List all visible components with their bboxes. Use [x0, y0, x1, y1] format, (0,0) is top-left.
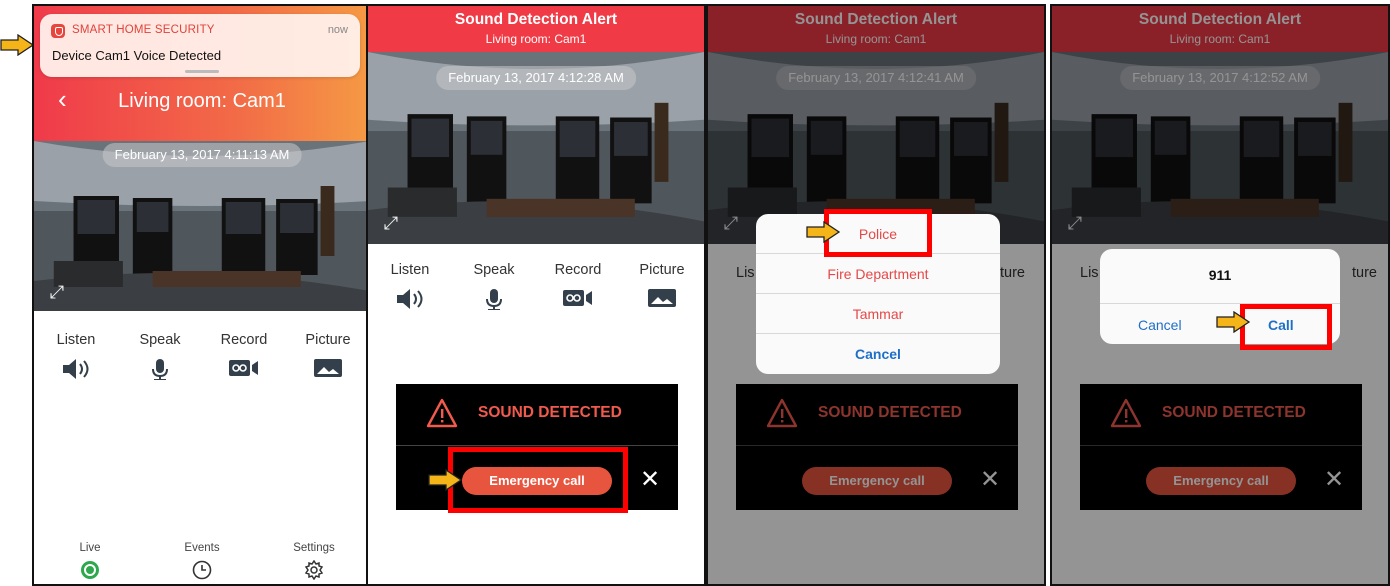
sheet-item-tammar[interactable]: Tammar [756, 294, 1000, 334]
picture-label: Picture [305, 332, 351, 348]
speak-label: Speak [139, 332, 181, 348]
speaker-icon [63, 359, 89, 379]
app-shield-icon [51, 24, 65, 38]
notification-handle [185, 70, 219, 73]
expand-icon[interactable]: ⤢ [46, 281, 68, 303]
emergency-contacts-screen: Sound Detection Alert Living room: Cam1 … [706, 4, 1046, 586]
notification-time: now [327, 24, 348, 36]
record-icon [229, 360, 258, 376]
feed-timestamp: February 13, 2017 4:12:28 AM [436, 66, 636, 90]
push-notification[interactable]: SMART HOME SECURITY now Device Cam1 Voic… [40, 14, 360, 77]
speak-label: Speak [473, 262, 515, 278]
record-button[interactable]: Record [209, 332, 279, 385]
record-button[interactable]: Record [543, 262, 613, 315]
sheet-cancel-button[interactable]: Cancel [756, 334, 1000, 374]
listen-label: Listen [56, 332, 96, 348]
tab-settings-label: Settings [293, 542, 335, 554]
dialog-phone-number: 911 [1208, 267, 1232, 283]
tab-settings[interactable]: Settings [274, 542, 354, 584]
alert-header: Sound Detection Alert Living room: Cam1 [368, 6, 704, 52]
highlight-box [824, 209, 932, 257]
tab-events-label: Events [184, 542, 220, 554]
pointer-arrow-icon [428, 469, 462, 491]
highlight-box [1240, 304, 1332, 350]
alert-subtitle: Living room: Cam1 [485, 32, 587, 46]
listen-button[interactable]: Listen [41, 332, 111, 385]
picture-button[interactable]: Picture [627, 262, 697, 315]
listen-label: Listen [390, 262, 430, 278]
picture-label: Picture [639, 262, 685, 278]
close-icon[interactable]: ✕ [640, 466, 660, 494]
tab-live[interactable]: Live [50, 542, 130, 584]
dialog-cancel-button[interactable]: Cancel [1138, 317, 1182, 333]
picture-icon [314, 359, 342, 377]
live-icon [81, 561, 99, 579]
warning-icon [426, 398, 458, 428]
clock-icon [192, 560, 212, 580]
record-label: Record [554, 262, 602, 278]
expand-icon[interactable]: ⤢ [380, 212, 402, 234]
camera-feed[interactable]: February 13, 2017 4:12:28 AM ⤢ [368, 52, 704, 244]
alert-title: Sound Detection Alert [454, 11, 618, 28]
picture-button[interactable]: Picture [293, 332, 363, 385]
sheet-item-fire-department[interactable]: Fire Department [756, 254, 1000, 294]
camera-feed[interactable]: February 13, 2017 4:11:13 AM ⤢ [34, 141, 370, 311]
notification-app-name: SMART HOME SECURITY [72, 24, 215, 36]
gear-icon [304, 559, 324, 581]
sound-alert-screen: Sound Detection Alert Living room: Cam1 … [366, 4, 706, 586]
speak-button[interactable]: Speak [125, 332, 195, 385]
listen-button[interactable]: Listen [375, 262, 445, 315]
call-confirm-screen: Sound Detection Alert Living room: Cam1 … [1050, 4, 1390, 586]
tab-events[interactable]: Events [162, 542, 242, 584]
pointer-arrow-icon [0, 34, 34, 56]
page-title: Living room: Cam1 [118, 90, 286, 112]
record-label: Record [220, 332, 268, 348]
tab-bar: Live Events Settings [34, 542, 370, 584]
pointer-arrow-icon [806, 221, 840, 243]
picture-icon [648, 289, 676, 307]
notification-message: Device Cam1 Voice Detected [52, 48, 222, 63]
microphone-icon [152, 359, 168, 380]
sound-detected-title: SOUND DETECTED [478, 404, 622, 421]
microphone-icon [486, 289, 502, 310]
speak-button[interactable]: Speak [459, 262, 529, 315]
live-view-screen: SMART HOME SECURITY now Device Cam1 Voic… [32, 4, 372, 586]
pointer-arrow-icon [1216, 311, 1250, 333]
speaker-icon [397, 289, 423, 309]
tab-live-label: Live [79, 542, 101, 554]
feed-timestamp: February 13, 2017 4:11:13 AM [102, 143, 302, 167]
record-icon [563, 290, 592, 306]
highlight-box [448, 447, 628, 513]
